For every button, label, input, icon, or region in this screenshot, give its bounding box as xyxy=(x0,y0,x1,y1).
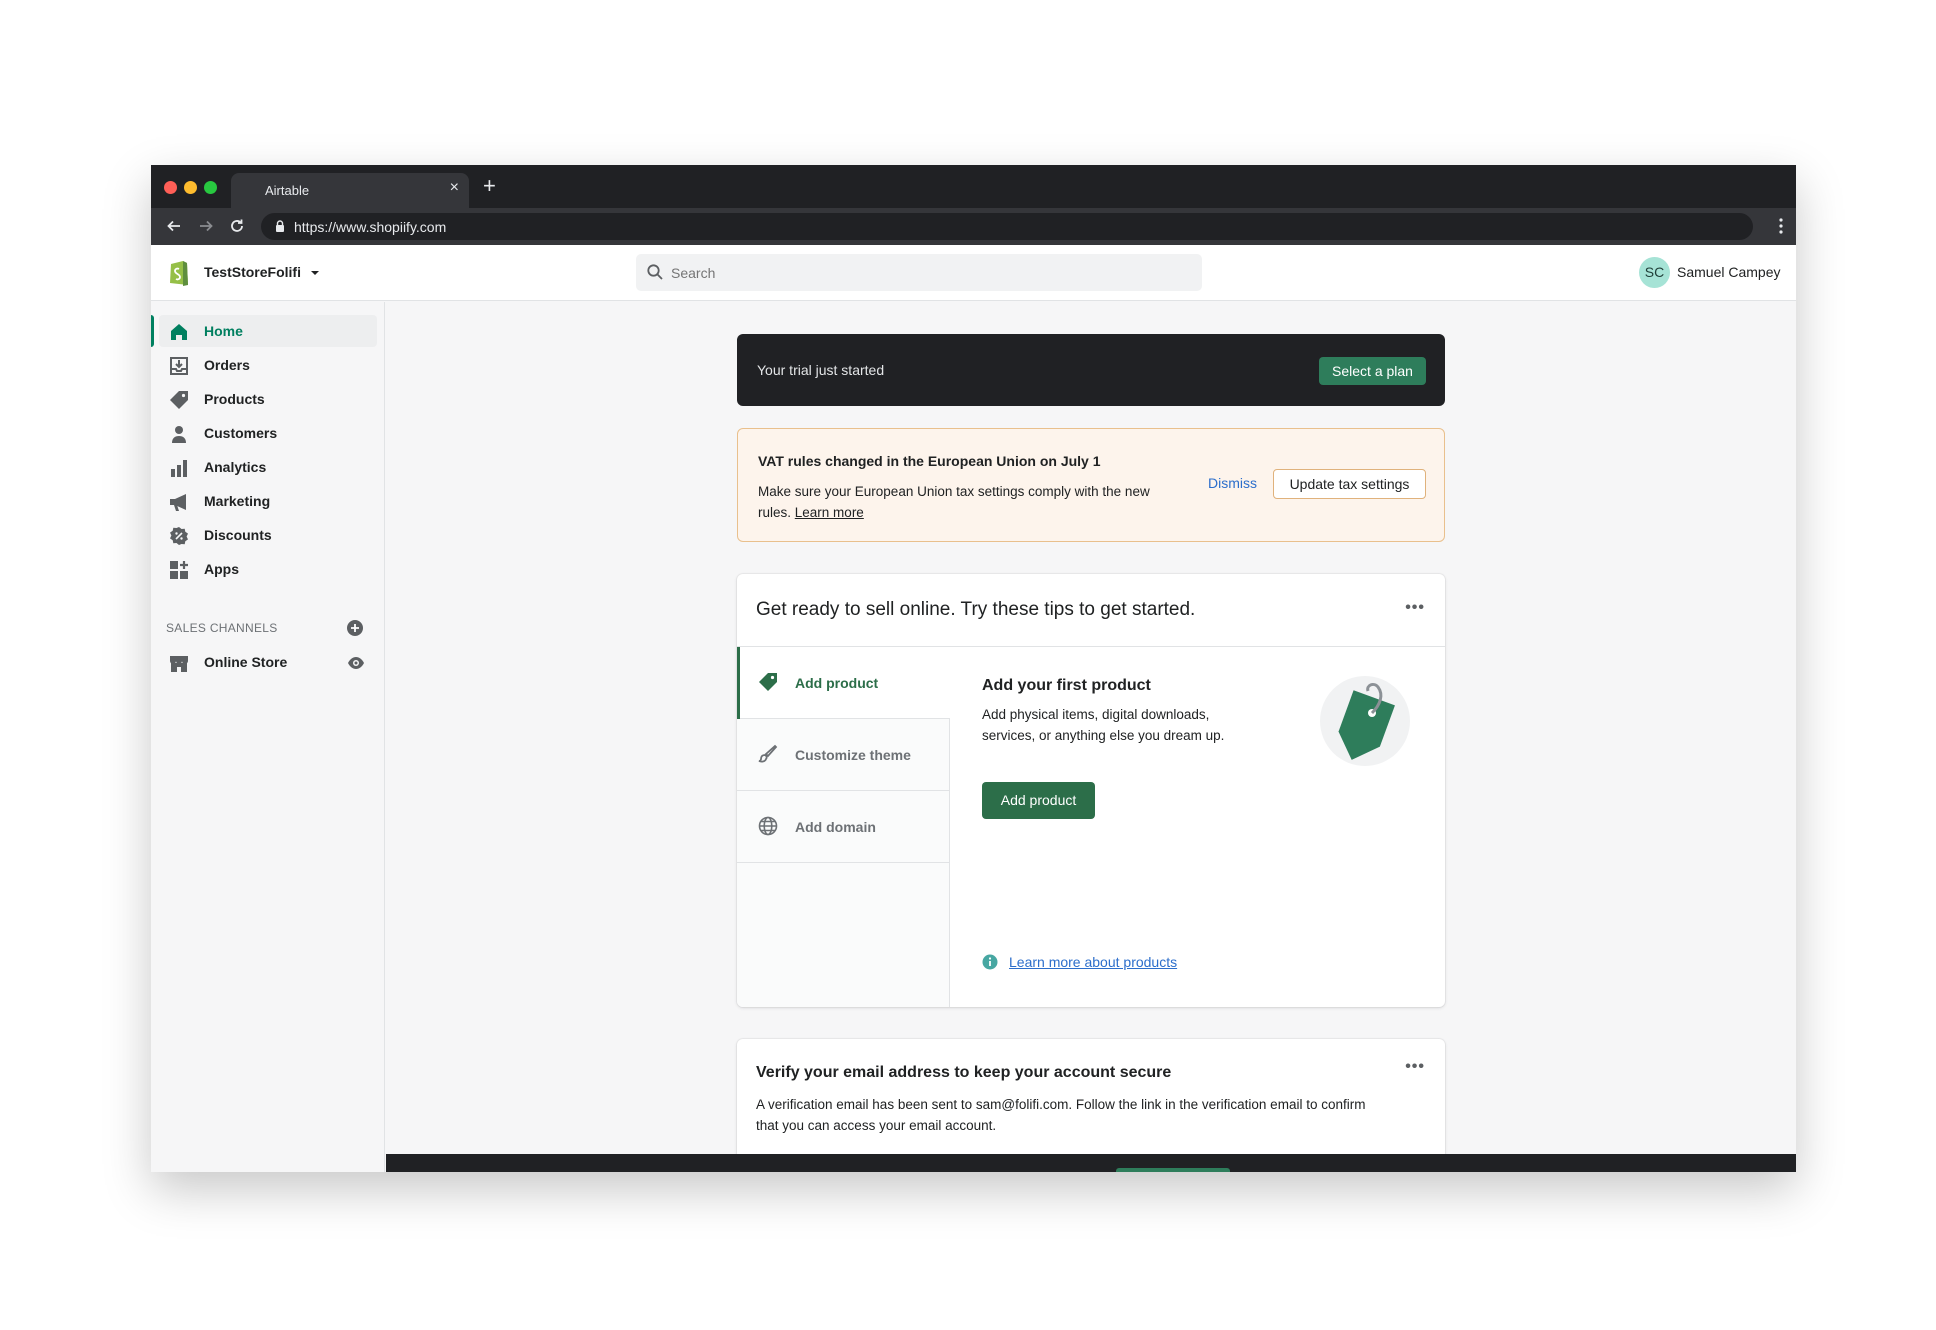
url-text: https://www.shopiify.com xyxy=(294,219,447,235)
close-window-button[interactable] xyxy=(164,181,177,194)
globe-icon xyxy=(758,816,778,836)
sidebar-item-apps[interactable]: Apps xyxy=(159,553,377,585)
search-bar[interactable] xyxy=(636,254,1202,291)
select-plan-button[interactable]: Select a plan xyxy=(1319,357,1426,385)
trial-banner: Your trial just started Select a plan xyxy=(737,334,1445,406)
tag-icon xyxy=(170,391,188,409)
discount-icon xyxy=(170,527,188,545)
tips-list: Add product Customize theme Add domain xyxy=(737,647,950,1007)
new-tab-button[interactable]: + xyxy=(483,175,496,197)
verify-email-body: A verification email has been sent to sa… xyxy=(756,1097,1366,1133)
update-tax-settings-button[interactable]: Update tax settings xyxy=(1273,469,1426,499)
eye-icon[interactable] xyxy=(347,654,365,672)
learn-more-products-link[interactable]: Learn more about products xyxy=(1009,954,1209,970)
store-icon xyxy=(170,656,188,672)
sidebar-item-orders[interactable]: Orders xyxy=(159,349,377,381)
search-input[interactable] xyxy=(671,265,1171,281)
lock-icon xyxy=(276,220,284,232)
minimize-window-button[interactable] xyxy=(184,181,197,194)
more-actions-icon[interactable]: ••• xyxy=(1405,599,1425,617)
more-actions-icon[interactable]: ••• xyxy=(1405,1058,1425,1076)
verify-email-card: Verify your email address to keep your a… xyxy=(737,1039,1445,1159)
bottom-bar-button[interactable] xyxy=(1116,1168,1230,1172)
sidebar-item-marketing[interactable]: Marketing xyxy=(159,485,377,517)
address-bar[interactable]: https://www.shopiify.com xyxy=(261,213,1753,240)
search-icon xyxy=(647,264,663,280)
sidebar-item-label: Products xyxy=(204,391,265,407)
sidebar-item-products[interactable]: Products xyxy=(159,383,377,415)
sidebar-item-label: Home xyxy=(204,323,243,339)
admin-top-bar: TestStoreFolifi SC Samuel Campey xyxy=(151,245,1796,301)
tip-label: Add domain xyxy=(795,819,876,835)
browser-tab-bar: Airtable × + xyxy=(151,165,1796,208)
arrow-left-icon xyxy=(167,220,180,232)
trial-text: Your trial just started xyxy=(757,362,885,378)
close-tab-icon[interactable]: × xyxy=(450,180,459,196)
user-name[interactable]: Samuel Campey xyxy=(1677,264,1781,280)
home-icon xyxy=(171,324,187,340)
sidebar-item-label: Orders xyxy=(204,357,250,373)
add-channel-icon[interactable] xyxy=(346,619,364,637)
apps-icon xyxy=(170,561,188,579)
tab-add-product[interactable]: Add product xyxy=(737,647,950,719)
tip-label: Customize theme xyxy=(795,747,911,763)
add-product-button[interactable]: Add product xyxy=(982,782,1095,819)
sales-channels-heading: SALES CHANNELS xyxy=(166,621,278,635)
store-name[interactable]: TestStoreFolifi xyxy=(204,264,301,280)
tab-customize-theme[interactable]: Customize theme xyxy=(737,719,950,791)
person-icon xyxy=(172,426,186,443)
maximize-window-button[interactable] xyxy=(204,181,217,194)
sidebar-item-discounts[interactable]: Discounts xyxy=(159,519,377,551)
reload-icon xyxy=(231,219,243,232)
sidebar-item-analytics[interactable]: Analytics xyxy=(159,451,377,483)
megaphone-icon xyxy=(170,494,186,511)
product-tag-illustration xyxy=(1320,676,1410,766)
dismiss-button[interactable]: Dismiss xyxy=(1208,475,1257,491)
browser-tab[interactable]: Airtable × xyxy=(231,173,469,208)
sidebar-item-home[interactable]: Home xyxy=(151,315,377,347)
tab-title: Airtable xyxy=(265,183,310,198)
shopify-logo-icon xyxy=(170,261,188,286)
sidebar-item-label: Analytics xyxy=(204,459,267,475)
kebab-menu-icon[interactable] xyxy=(1778,214,1784,238)
sidebar-item-label: Apps xyxy=(204,561,239,577)
vat-banner-body: Make sure your European Union tax settin… xyxy=(758,481,1178,523)
sidebar-item-customers[interactable]: Customers xyxy=(159,417,377,449)
sidebar-item-label: Discounts xyxy=(204,527,272,543)
tip-detail-description: Add physical items, digital downloads, s… xyxy=(982,707,1225,743)
setup-guide-title: Get ready to sell online. Try these tips… xyxy=(756,599,1196,620)
orders-icon xyxy=(170,357,188,375)
arrow-right-icon xyxy=(200,220,213,232)
sidebar-item-label: Marketing xyxy=(204,493,271,509)
bar-chart-icon xyxy=(171,460,187,477)
learn-more-link[interactable]: Learn more xyxy=(795,505,864,520)
browser-toolbar: https://www.shopiify.com xyxy=(151,208,1796,245)
tag-icon xyxy=(759,673,777,691)
reload-button[interactable] xyxy=(226,215,248,237)
verify-email-title: Verify your email address to keep your a… xyxy=(756,1064,1172,1081)
tip-label: Add product xyxy=(795,675,879,691)
sidebar-item-label: Customers xyxy=(204,425,278,441)
sidebar-item-label: Online Store xyxy=(204,654,288,670)
caret-down-icon[interactable] xyxy=(309,267,321,279)
back-button[interactable] xyxy=(163,215,185,237)
info-icon xyxy=(982,954,998,970)
vat-banner-title: VAT rules changed in the European Union … xyxy=(758,453,1101,469)
forward-button[interactable] xyxy=(195,215,217,237)
avatar[interactable]: SC xyxy=(1639,257,1670,288)
vat-banner: VAT rules changed in the European Union … xyxy=(737,428,1445,542)
tab-add-domain[interactable]: Add domain xyxy=(737,791,950,863)
setup-guide-card: Get ready to sell online. Try these tips… xyxy=(737,574,1445,1007)
browser-window: Airtable × + https://www.shopiify.com Te… xyxy=(151,165,1796,1172)
bottom-bar xyxy=(386,1154,1796,1172)
sidebar: Home Orders Products Customers Analytics… xyxy=(151,302,385,1172)
brush-icon xyxy=(758,744,778,763)
main-content: Your trial just started Select a plan VA… xyxy=(386,302,1796,1172)
tip-detail-title: Add your first product xyxy=(982,677,1151,694)
sidebar-item-online-store[interactable]: Online Store xyxy=(159,646,377,678)
